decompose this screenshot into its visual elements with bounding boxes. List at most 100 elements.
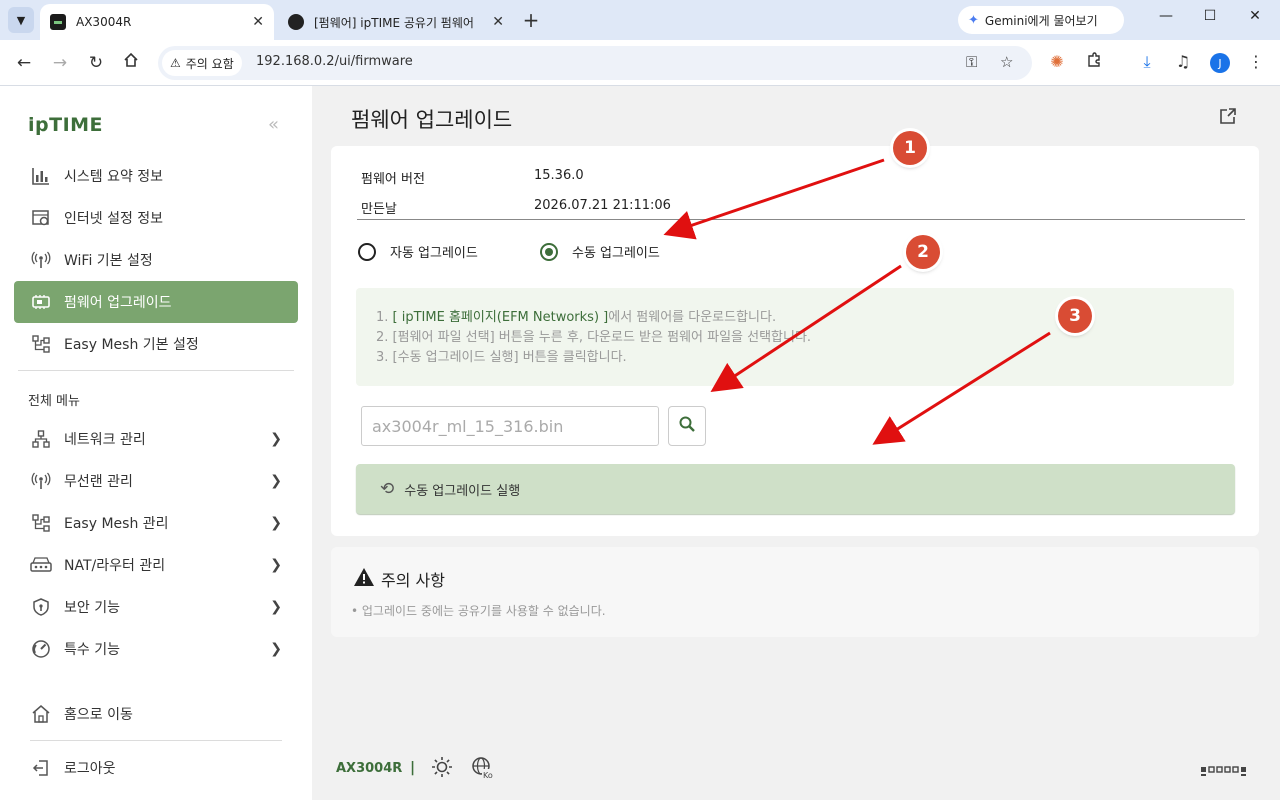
router-admin-page: ipTIME « 시스템 요약 정보 인터넷 설정 정보 WiFi 기본 설정 … bbox=[0, 86, 1280, 800]
footer-model-name: AX3004R bbox=[336, 761, 403, 776]
sidebar-item-wifi-settings[interactable]: WiFi 기본 설정 bbox=[14, 239, 298, 281]
reload-icon[interactable]: ↻ bbox=[85, 52, 107, 74]
sidebar-divider bbox=[30, 740, 282, 741]
new-tab-button[interactable]: + bbox=[520, 9, 542, 31]
chevron-down-icon: ▼ bbox=[16, 13, 26, 27]
security-chip-label: 주의 요함 bbox=[185, 56, 234, 71]
brightness-icon[interactable] bbox=[431, 756, 453, 782]
router-icon bbox=[30, 554, 52, 576]
close-icon[interactable]: ✕ bbox=[252, 14, 264, 30]
notice-title: 주의 사항 bbox=[353, 567, 445, 591]
tab-title: [펌웨어] ipTIME 공유기 펌웨어 bbox=[314, 15, 474, 30]
sidebar-item-network[interactable]: 네트워크 관리 ❯ bbox=[14, 418, 298, 460]
notice-text: • 업그레이드 중에는 공유기를 사용할 수 없습니다. bbox=[351, 604, 606, 618]
gemini-button[interactable]: ✦ Gemini에게 물어보기 bbox=[958, 6, 1124, 34]
home-link[interactable]: 홈으로 이동 bbox=[30, 704, 133, 724]
wireless-icon bbox=[30, 470, 52, 492]
radio-circle-checked[interactable] bbox=[540, 242, 558, 261]
more-vertical-icon[interactable]: ⋮ bbox=[1245, 52, 1267, 71]
sidebar-item-label: 네트워크 관리 bbox=[64, 432, 146, 448]
language-badge: Ko bbox=[483, 771, 493, 780]
chevron-right-icon: ❯ bbox=[270, 557, 282, 573]
close-icon[interactable]: ✕ bbox=[492, 14, 504, 30]
sidebar-item-nat-router[interactable]: NAT/라우터 관리 ❯ bbox=[14, 544, 298, 586]
browser-toolbar: ← → ↻ ⚠ 주의 요함 192.168.0.2/ui/firmware ⚿ … bbox=[0, 40, 1280, 86]
radio-circle[interactable] bbox=[358, 242, 376, 261]
logo-text: ipTIME bbox=[28, 114, 104, 136]
tab-firmware-page[interactable]: [펌웨어] ipTIME 공유기 펌웨어 ✕ bbox=[278, 4, 514, 40]
gemini-label: Gemini에게 물어보기 bbox=[984, 13, 1098, 28]
sidebar-item-security[interactable]: 보안 기능 ❯ bbox=[14, 586, 298, 628]
build-date-value: 2026.07.21 21:11:06 bbox=[534, 198, 671, 213]
radio-label: 자동 업그레이드 bbox=[390, 246, 478, 261]
chip-icon bbox=[30, 291, 52, 313]
language-globe-icon[interactable]: Ko bbox=[471, 756, 495, 784]
sidebar-item-firmware-upgrade[interactable]: 펌웨어 업그레이드 bbox=[14, 281, 298, 323]
notice-card: 주의 사항 • 업그레이드 중에는 공유기를 사용할 수 없습니다. bbox=[331, 547, 1259, 637]
sidebar-item-wireless[interactable]: 무선랜 관리 ❯ bbox=[14, 460, 298, 502]
key-icon[interactable]: ⚿ bbox=[966, 53, 977, 71]
forward-arrow-icon[interactable]: → bbox=[49, 52, 71, 74]
download-icon[interactable]: ⤓ bbox=[1136, 52, 1158, 72]
radio-manual-upgrade[interactable]: 수동 업그레이드 bbox=[540, 242, 660, 261]
minimize-icon[interactable]: — bbox=[1151, 8, 1181, 24]
firmware-version-label: 펌웨어 버전 bbox=[361, 172, 425, 187]
radio-auto-upgrade[interactable]: 자동 업그레이드 bbox=[358, 242, 478, 261]
extension-sunburst-icon[interactable]: ✺ bbox=[1046, 52, 1068, 71]
home-icon[interactable] bbox=[120, 52, 142, 74]
layout-grid-icon[interactable] bbox=[1200, 763, 1254, 782]
sidebar-item-special[interactable]: 특수 기능 ❯ bbox=[14, 628, 298, 670]
sidebar-item-label: NAT/라우터 관리 bbox=[64, 558, 166, 574]
sidebar-item-easymesh-basic[interactable]: Easy Mesh 기본 설정 bbox=[14, 323, 298, 365]
shield-icon bbox=[30, 596, 52, 618]
puzzle-extensions-icon[interactable] bbox=[1083, 52, 1105, 72]
firmware-file-input[interactable]: ax3004r_ml_15_316.bin bbox=[361, 406, 659, 446]
mesh-icon bbox=[30, 333, 52, 355]
export-icon[interactable] bbox=[1218, 106, 1238, 130]
maximize-icon[interactable]: ☐ bbox=[1195, 8, 1225, 24]
firmware-version-value: 15.36.0 bbox=[534, 168, 584, 183]
iptime-homepage-link[interactable]: [ ipTIME 홈페이지(EFM Networks) ] bbox=[393, 310, 609, 325]
sidebar-item-label: 특수 기능 bbox=[64, 642, 120, 658]
sidebar-item-label: Easy Mesh 관리 bbox=[64, 516, 169, 532]
manual-upgrade-run-button[interactable]: ⟲ 수동 업그레이드 실행 bbox=[356, 464, 1235, 514]
back-arrow-icon[interactable]: ← bbox=[13, 52, 35, 74]
tab-title: AX3004R bbox=[76, 15, 132, 29]
sidebar-item-system-summary[interactable]: 시스템 요약 정보 bbox=[14, 155, 298, 197]
tab-search-button[interactable]: ▼ bbox=[8, 7, 34, 33]
collapse-sidebar-icon[interactable]: « bbox=[268, 114, 279, 135]
network-icon bbox=[30, 428, 52, 450]
window-close-icon[interactable]: ✕ bbox=[1240, 8, 1270, 24]
iptime-logo[interactable]: ipTIME bbox=[28, 114, 103, 136]
chevron-right-icon: ❯ bbox=[270, 473, 282, 489]
bookmark-star-icon[interactable]: ☆ bbox=[1000, 53, 1013, 71]
sidebar-item-label: 보안 기능 bbox=[64, 600, 120, 616]
logout-link[interactable]: 로그아웃 bbox=[30, 758, 116, 778]
profile-avatar[interactable]: J bbox=[1210, 53, 1230, 73]
sidebar-item-label: 시스템 요약 정보 bbox=[64, 169, 164, 185]
sidebar-item-internet-settings[interactable]: 인터넷 설정 정보 bbox=[14, 197, 298, 239]
home-icon bbox=[30, 704, 52, 724]
site-favicon-icon bbox=[288, 14, 304, 30]
file-name-text: ax3004r_ml_15_316.bin bbox=[372, 416, 564, 436]
sidebar-item-easymesh[interactable]: Easy Mesh 관리 ❯ bbox=[14, 502, 298, 544]
wifi-antenna-icon bbox=[30, 249, 52, 271]
section-label-all-menu: 전체 메뉴 bbox=[28, 394, 80, 409]
mesh-icon bbox=[30, 512, 52, 534]
sidebar-divider bbox=[18, 370, 294, 371]
address-bar[interactable]: ⚠ 주의 요함 192.168.0.2/ui/firmware ⚿ ☆ bbox=[158, 46, 1032, 80]
media-control-icon[interactable]: ♫ bbox=[1172, 52, 1194, 71]
bar-chart-icon bbox=[30, 165, 52, 187]
guide-line-2: 2. [펌웨어 파일 선택] 버튼을 누른 후, 다운로드 받은 펌웨어 파일을… bbox=[376, 330, 812, 345]
sidebar-item-label: 펌웨어 업그레이드 bbox=[64, 295, 172, 311]
page-title: 펌웨어 업그레이드 bbox=[351, 108, 513, 132]
sidebar-item-label: 무선랜 관리 bbox=[64, 474, 133, 490]
chevron-right-icon: ❯ bbox=[270, 641, 282, 657]
tab-ax3004r[interactable]: AX3004R ✕ bbox=[40, 4, 274, 40]
gauge-icon bbox=[30, 638, 52, 660]
url-text[interactable]: 192.168.0.2/ui/firmware bbox=[256, 54, 413, 69]
annotation-marker-2: 2 bbox=[906, 235, 940, 269]
footer-separator: | bbox=[410, 760, 416, 776]
security-warning-chip[interactable]: ⚠ 주의 요함 bbox=[162, 50, 242, 76]
file-select-button[interactable] bbox=[668, 406, 706, 446]
